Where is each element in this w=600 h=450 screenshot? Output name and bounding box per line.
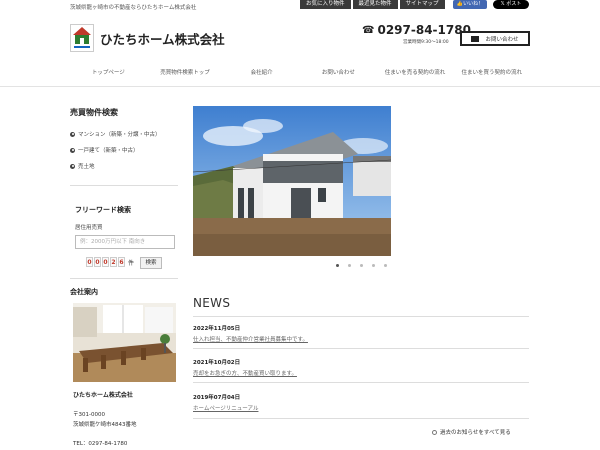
contact-button[interactable]: お問い合わせ — [460, 31, 530, 46]
circle-bullet-icon — [70, 147, 75, 153]
freeword-input[interactable]: 例：2000万円以下 南向き — [75, 235, 175, 249]
category-label: マンション（新築・分譲・中古） — [78, 132, 161, 138]
news-date: 2021年10月02日 — [193, 360, 241, 366]
mail-icon — [471, 35, 480, 42]
slider-dots — [336, 264, 387, 267]
category-list: マンション（新築・分譲・中古） 一戸建て（新築・中古） 売土地 — [70, 126, 161, 174]
nav-company[interactable]: 会社紹介 — [223, 66, 300, 80]
category-label: 一戸建て（新築・中古） — [78, 148, 139, 154]
site-tagline: 茨城県龍ヶ崎市の不動産ならひたちホーム株式会社 — [70, 5, 197, 11]
company-info-title: 会社案内 — [70, 288, 98, 296]
sidebar-divider — [70, 185, 178, 186]
favorites-button[interactable]: お気に入り物件 — [300, 0, 351, 9]
news-link[interactable]: 売却をお急ぎの方、不動産買い取ります。 — [193, 369, 297, 377]
counter-digit: 0 — [86, 257, 93, 267]
facebook-like-button[interactable]: 👍いいね！ — [453, 0, 487, 9]
news-item: 2021年10月02日 売却をお急ぎの方、不動産買い取ります。 — [193, 358, 297, 377]
nav-sell-flow[interactable]: 住まいを売る契約の流れ — [377, 66, 454, 80]
news-more-label: 過去のお知らせをすべて見る — [440, 430, 511, 436]
counter-unit: 件 — [128, 259, 135, 267]
slider-dot[interactable] — [372, 264, 375, 267]
nav-divider — [0, 86, 600, 87]
recently-viewed-button[interactable]: 最近見た物件 — [352, 0, 398, 9]
news-item: 2019年07月04日 ホームページリニューアル — [193, 393, 258, 412]
counter-digit: 0 — [94, 257, 101, 267]
category-label: 売土地 — [78, 164, 95, 170]
property-search-title: 売買物件検索 — [70, 108, 118, 117]
office-photo[interactable] — [73, 303, 176, 382]
x-post-label: ポスト — [506, 1, 522, 7]
sidebar-company-name: ひたちホーム株式会社 — [73, 392, 133, 399]
slider-dot[interactable] — [336, 264, 339, 267]
house-photo — [193, 106, 391, 256]
category-mansion[interactable]: マンション（新築・分譲・中古） — [70, 126, 161, 142]
house-logo-icon — [73, 27, 91, 48]
news-item: 2022年11月05日 仕入れ担当、不動産仲介営業社員募集中です。 — [193, 324, 308, 343]
fb-like-label: いいね！ — [463, 1, 484, 7]
news-divider — [193, 418, 529, 419]
slider-dot[interactable] — [348, 264, 351, 267]
news-more-link[interactable]: 過去のお知らせをすべて見る — [432, 428, 511, 436]
counter-digit: 2 — [110, 257, 117, 267]
company-address: 茨城県龍ケ崎市4843番地 — [73, 422, 137, 428]
nav-property-search[interactable]: 売買物件検索トップ — [147, 66, 224, 80]
news-heading: NEWS — [193, 296, 231, 310]
news-link[interactable]: 仕入れ担当、不動産仲介営業社員募集中です。 — [193, 335, 308, 343]
news-divider — [193, 316, 529, 317]
counter-digit: 0 — [102, 257, 109, 267]
phone-number[interactable]: ☎ 0297-84-1780 — [362, 23, 471, 37]
phone-text: 0297-84-1780 — [377, 23, 471, 37]
nav-top[interactable]: トップページ — [70, 66, 147, 80]
search-button[interactable]: 検索 — [140, 257, 162, 269]
main-nav: トップページ 売買物件検索トップ 会社紹介 お問い合わせ 住まいを売る契約の流れ… — [70, 66, 530, 80]
result-counter: 0 0 0 2 6 件 — [86, 257, 134, 267]
news-divider — [193, 348, 529, 349]
sitemap-button[interactable]: サイトマップ — [399, 0, 445, 9]
business-hours: 営業時間9:30～18:00 — [403, 40, 449, 45]
slider-dot[interactable] — [360, 264, 363, 267]
company-tel: TEL：0297-84-1780 — [73, 441, 128, 447]
hero-slider-image[interactable] — [193, 106, 391, 256]
counter-digit: 6 — [118, 257, 125, 267]
company-zip: 〒301-0000 — [73, 412, 105, 418]
category-house[interactable]: 一戸建て（新築・中古） — [70, 142, 161, 158]
phone-icon: ☎ — [362, 24, 375, 36]
company-title[interactable]: ひたちホーム株式会社 — [100, 29, 225, 48]
slider-dot[interactable] — [384, 264, 387, 267]
freeword-title: フリーワード検索 — [75, 206, 131, 214]
office-interior-image — [73, 303, 176, 382]
contact-label: お問い合わせ — [485, 36, 519, 43]
sidebar-divider — [70, 278, 178, 279]
x-post-button[interactable]: 𝕏 ポスト — [493, 0, 529, 9]
company-logo[interactable] — [70, 24, 94, 52]
freeword-label: 居住用売買 — [75, 225, 103, 231]
news-date: 2022年11月05日 — [193, 326, 241, 332]
nav-contact[interactable]: お問い合わせ — [300, 66, 377, 80]
top-utility-buttons: お気に入り物件 最近見た物件 サイトマップ — [300, 0, 445, 9]
news-link[interactable]: ホームページリニューアル — [193, 404, 258, 412]
circle-bullet-icon — [70, 163, 75, 169]
nav-buy-flow[interactable]: 住まいを買う契約の流れ — [453, 66, 530, 80]
circle-arrow-icon — [432, 429, 437, 435]
circle-bullet-icon — [70, 131, 75, 137]
news-divider — [193, 382, 529, 383]
news-date: 2019年07月04日 — [193, 395, 241, 401]
category-land[interactable]: 売土地 — [70, 158, 161, 174]
